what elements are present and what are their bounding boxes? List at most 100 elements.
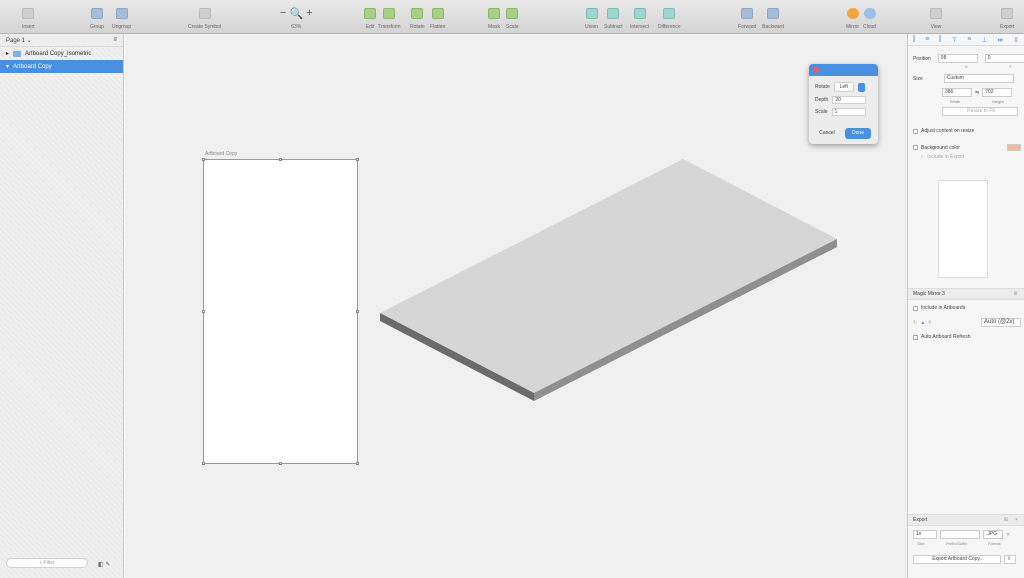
- warning-icon[interactable]: ▲: [920, 320, 925, 326]
- folder-icon: [13, 50, 22, 57]
- mirror-icon: [846, 7, 859, 19]
- zoom-in-button[interactable]: +: [306, 7, 312, 19]
- insert-button[interactable]: Insert: [22, 3, 35, 30]
- close-icon[interactable]: [813, 67, 819, 73]
- auto-refresh-checkbox[interactable]: [913, 334, 918, 340]
- magic-mirror-header: Magic Mirror 3 ⚙: [908, 288, 1024, 300]
- width-field[interactable]: 386: [942, 88, 972, 97]
- layer-item-artboard-copy-isometric[interactable]: ▸ Artboard Copy_Isometric: [0, 47, 123, 60]
- insert-icon: [22, 7, 35, 19]
- quality-select[interactable]: Auto (@2x): [981, 318, 1021, 327]
- create-symbol-button[interactable]: Create Symbol: [188, 3, 221, 30]
- mirror-button[interactable]: Mirror: [846, 3, 859, 30]
- export-header: Export + ⊞: [908, 514, 1024, 526]
- intersect-button[interactable]: Intersect: [630, 3, 649, 30]
- position-x-field[interactable]: 98: [937, 54, 978, 63]
- align-right-icon[interactable]: ⫿: [939, 36, 941, 44]
- disclosure-icon[interactable]: ▸: [6, 50, 9, 57]
- mask-button[interactable]: Mask: [488, 3, 500, 30]
- include-artboards-checkbox[interactable]: [913, 305, 918, 311]
- done-button[interactable]: Done: [845, 128, 871, 139]
- settings-gear-icon[interactable]: ⚙: [1014, 289, 1018, 300]
- subtract-button[interactable]: Subtract: [604, 3, 623, 30]
- filter-icon[interactable]: ◧: [98, 562, 104, 568]
- transform-button[interactable]: Transform: [378, 3, 401, 30]
- union-button[interactable]: Union: [585, 3, 598, 30]
- distribute-vertical-icon[interactable]: ⇳: [1013, 36, 1019, 44]
- isometric-dialog: Rotate Left Depth 20 Scale 1 Cancel Done: [809, 64, 878, 144]
- ungroup-icon: [115, 7, 128, 19]
- filter-tools[interactable]: ◧ ✎: [98, 561, 110, 568]
- view-button[interactable]: View: [930, 3, 942, 30]
- backward-button[interactable]: Backward: [762, 3, 784, 30]
- layers-panel: Page 1 ⌄ ≡ ▸ Artboard Copy_Isometric ▾ A…: [0, 34, 124, 578]
- subtract-icon: [607, 7, 620, 19]
- remove-export-icon[interactable]: ✕: [1006, 532, 1010, 538]
- align-top-icon[interactable]: ⊤: [951, 36, 957, 44]
- add-export-icon[interactable]: +: [1015, 515, 1018, 526]
- background-color-checkbox[interactable]: [913, 145, 918, 150]
- forward-button[interactable]: Forward: [738, 3, 756, 30]
- canvas[interactable]: Artboard Copy: [125, 34, 907, 578]
- scale-button[interactable]: Scale: [506, 3, 519, 30]
- backward-icon: [766, 7, 779, 19]
- export-artboard-button[interactable]: Export Artboard Copy...: [913, 555, 1001, 564]
- cloud-button[interactable]: Cloud: [863, 3, 876, 30]
- forward-icon: [741, 7, 754, 19]
- slice-icon[interactable]: ⊞: [1004, 515, 1008, 526]
- rotate-stepper-icon[interactable]: [857, 82, 865, 92]
- export-toolbar-button[interactable]: Export: [1000, 3, 1014, 30]
- difference-button[interactable]: Difference: [658, 3, 681, 30]
- share-icon[interactable]: ⇧: [1004, 555, 1016, 564]
- inspector-panel: ⫿ ≡ ⫿ ⊤ ≡ ⊥ ⇹ ⇳ Position 98 0 X Y Size C…: [907, 34, 1024, 578]
- view-icon: [930, 7, 942, 19]
- disclosure-open-icon[interactable]: ▾: [6, 63, 9, 70]
- size-preset-select[interactable]: Custom: [943, 74, 1014, 83]
- edit-icon: [364, 7, 376, 19]
- align-left-icon[interactable]: ⫿: [913, 36, 915, 44]
- flatten-icon: [431, 7, 444, 19]
- align-bottom-icon[interactable]: ⊥: [981, 36, 987, 44]
- dialog-titlebar: [809, 64, 878, 76]
- lock-ratio-icon[interactable]: ⇋: [975, 90, 979, 96]
- link-icon[interactable]: ⚲: [928, 320, 932, 326]
- artboard-preview: [938, 180, 988, 278]
- isometric-slab[interactable]: [125, 34, 907, 578]
- group-icon: [90, 7, 103, 19]
- edit-button[interactable]: Edit: [364, 3, 376, 30]
- rotate-select[interactable]: Left: [833, 82, 854, 92]
- refresh-icon[interactable]: ↻: [913, 320, 917, 326]
- toolbar: Insert Group Ungroup Create Symbol − 🔍 +…: [0, 0, 1024, 34]
- align-center-icon[interactable]: ≡: [925, 36, 929, 43]
- resize-to-fit-button[interactable]: Resize to Fit: [942, 107, 1018, 116]
- export-size-field[interactable]: 1x: [913, 530, 937, 539]
- distribute-horizontal-icon[interactable]: ⇹: [997, 36, 1003, 44]
- zoom-level: 63%: [291, 24, 302, 30]
- align-middle-icon[interactable]: ≡: [967, 36, 971, 43]
- page-list-icon[interactable]: ≡: [113, 37, 117, 43]
- difference-icon: [663, 7, 676, 19]
- intersect-icon: [633, 7, 646, 19]
- symbol-icon: [198, 7, 211, 19]
- position-y-field[interactable]: 0: [984, 54, 1024, 63]
- export-prefix-field[interactable]: [940, 530, 980, 539]
- edit-layers-icon[interactable]: ✎: [105, 562, 110, 568]
- filter-input[interactable]: ⌕ Filter: [6, 558, 88, 568]
- scale-field[interactable]: 1: [831, 108, 866, 116]
- export-icon: [1001, 7, 1014, 19]
- cancel-button[interactable]: Cancel: [815, 128, 839, 139]
- checkmark-icon[interactable]: ✓: [920, 154, 924, 160]
- depth-field[interactable]: 20: [832, 96, 867, 104]
- export-format-select[interactable]: .JPG: [983, 530, 1003, 539]
- height-field[interactable]: 702: [982, 88, 1013, 97]
- rotate-button[interactable]: Rotate: [410, 3, 425, 30]
- zoom-control[interactable]: − 🔍 + 63%: [280, 3, 313, 30]
- background-color-swatch[interactable]: [1007, 144, 1021, 151]
- ungroup-button[interactable]: Ungroup: [112, 3, 131, 30]
- adjust-content-checkbox[interactable]: [913, 128, 918, 134]
- layer-item-artboard-copy[interactable]: ▾ Artboard Copy: [0, 60, 123, 73]
- flatten-button[interactable]: Flatten: [430, 3, 445, 30]
- group-button[interactable]: Group: [90, 3, 104, 30]
- zoom-out-button[interactable]: −: [280, 7, 286, 19]
- page-selector[interactable]: Page 1 ⌄ ≡: [0, 34, 123, 47]
